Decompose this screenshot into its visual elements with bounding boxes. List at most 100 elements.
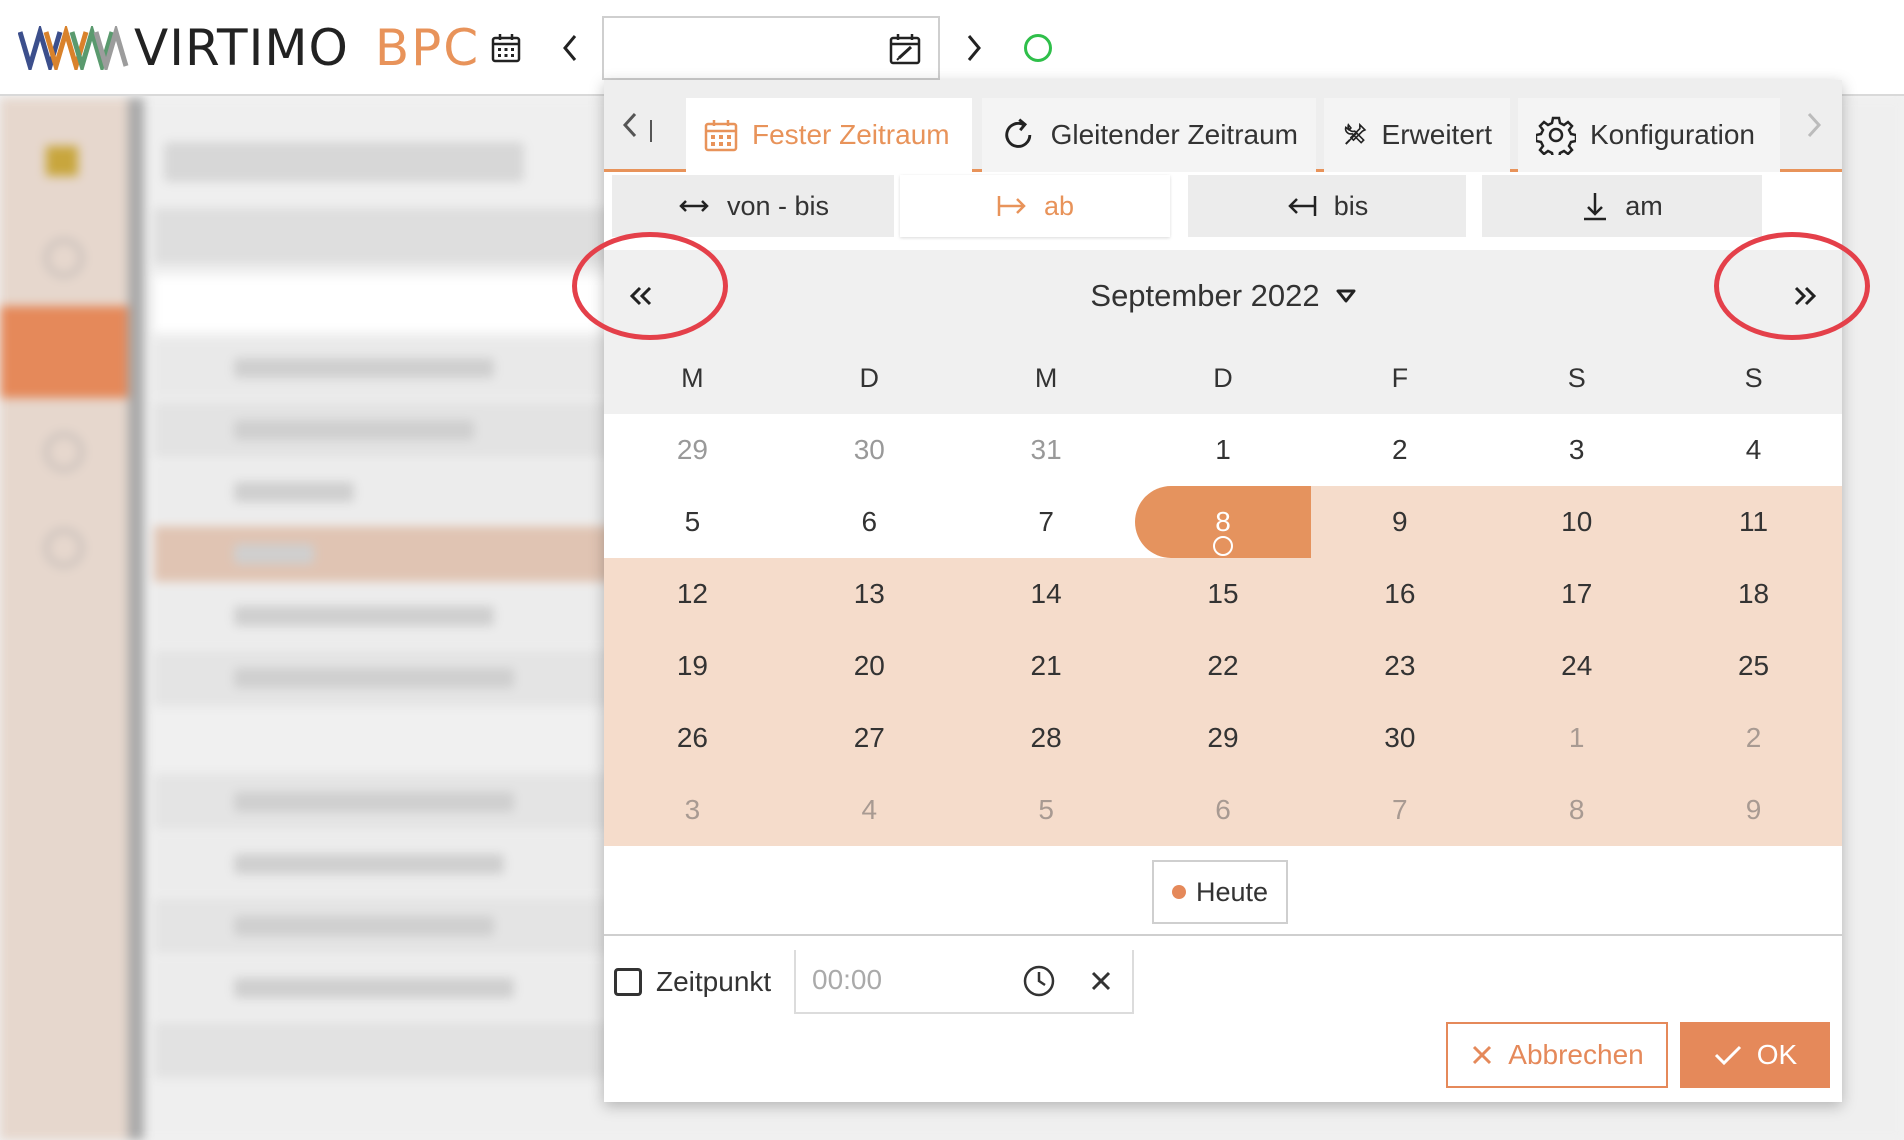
calendar-day[interactable]: 1: [1135, 414, 1312, 486]
calendar-day[interactable]: 8: [1134, 486, 1312, 558]
tab-konfiguration[interactable]: Konfiguration: [1518, 98, 1780, 172]
date-range-input[interactable]: [602, 16, 940, 80]
previous-month-button[interactable]: [616, 274, 666, 318]
calendar-day[interactable]: 30: [1311, 702, 1489, 774]
calendar-day[interactable]: 25: [1665, 630, 1842, 702]
month-header: September 2022: [604, 250, 1842, 342]
mode-label: von - bis: [726, 190, 830, 221]
calendar-edit-icon[interactable]: [888, 32, 922, 66]
calendar-day[interactable]: 29: [604, 414, 781, 486]
weekday-label: D: [1213, 363, 1233, 393]
bg-sidebar: [0, 98, 128, 1140]
calendar-day[interactable]: 9: [1665, 774, 1842, 846]
mode-label: ab: [1043, 190, 1075, 221]
calendar-day[interactable]: 16: [1311, 558, 1489, 630]
next-month-button[interactable]: [1780, 274, 1830, 318]
next-period-button[interactable]: [954, 28, 994, 68]
bg-divider: [128, 98, 144, 1140]
tools-icon: [1344, 122, 1367, 145]
bg-sidebar-icon: [44, 432, 84, 472]
calendar-day[interactable]: 20: [780, 630, 958, 702]
range-mode-bar: von - bis ab bis am: [604, 175, 1842, 237]
calendar-day[interactable]: 4: [780, 774, 958, 846]
calendar-day[interactable]: 27: [780, 702, 958, 774]
weekday-label: M: [681, 363, 704, 393]
calendar-day[interactable]: 7: [958, 486, 1135, 558]
calendar-day[interactable]: 31: [958, 414, 1135, 486]
caret-down-icon: [1336, 289, 1356, 303]
mode-bis[interactable]: bis: [1188, 175, 1466, 237]
refresh-icon: [1005, 118, 1032, 148]
zeitpunkt-checkbox[interactable]: [614, 968, 642, 996]
tabs-scroll-left-button[interactable]: [610, 100, 650, 150]
mode-von-bis[interactable]: von - bis: [612, 175, 894, 237]
calendar-day[interactable]: 24: [1488, 630, 1666, 702]
month-selector[interactable]: September 2022: [604, 250, 1842, 342]
calendar-button[interactable]: [486, 28, 526, 68]
calendar-day[interactable]: 1: [1488, 702, 1666, 774]
gear-icon: [1536, 116, 1576, 155]
tab-separator: [650, 120, 652, 142]
double-chevron-left-icon: [629, 286, 652, 306]
ok-button[interactable]: OK: [1680, 1022, 1830, 1088]
calendar-day[interactable]: 3: [604, 774, 781, 846]
tab-gleitender-zeitraum[interactable]: Gleitender Zeitraum: [982, 98, 1316, 172]
status-indicator: [1024, 34, 1052, 62]
time-input[interactable]: [812, 964, 1012, 996]
today-button[interactable]: Heute: [1152, 860, 1288, 924]
calendar-day[interactable]: 7: [1311, 774, 1489, 846]
calendar-day[interactable]: 8: [1488, 774, 1666, 846]
cancel-label: Abbrechen: [1508, 1039, 1644, 1070]
calendar-day[interactable]: 9: [1311, 486, 1489, 558]
tab-label: Konfiguration: [1590, 119, 1756, 150]
calendar-day[interactable]: 10: [1488, 486, 1666, 558]
calendar-day[interactable]: 11: [1665, 486, 1842, 558]
tab-erweitert[interactable]: Erweitert: [1324, 98, 1510, 172]
close-icon: [1473, 1045, 1492, 1065]
calendar-day[interactable]: 4: [1665, 414, 1842, 486]
calendar-day[interactable]: 18: [1665, 558, 1842, 630]
calendar-day[interactable]: 6: [1134, 774, 1312, 846]
chevron-left-icon: [622, 112, 637, 138]
time-row: Zeitpunkt: [604, 950, 1842, 1016]
bg-sidebar-icon: [44, 528, 84, 568]
calendar-day[interactable]: 3: [1488, 414, 1665, 486]
check-icon: [1714, 1045, 1741, 1066]
calendar-day[interactable]: 5: [957, 774, 1135, 846]
mode-am[interactable]: am: [1482, 175, 1762, 237]
weekday-label: D: [859, 363, 880, 393]
calendar-day[interactable]: 17: [1488, 558, 1666, 630]
double-arrow-icon: [679, 200, 709, 212]
today-row: Heute: [604, 846, 1842, 936]
tab-fester-zeitraum[interactable]: Fester Zeitraum: [686, 98, 972, 172]
picker-tabs: Fester Zeitraum Gleitender Zeitraum Erwe…: [604, 80, 1842, 172]
cancel-button[interactable]: Abbrechen: [1446, 1022, 1668, 1088]
calendar-day[interactable]: 28: [957, 702, 1135, 774]
close-icon[interactable]: [1086, 966, 1116, 996]
calendar-day[interactable]: 2: [1311, 414, 1488, 486]
calendar-day[interactable]: 6: [781, 486, 958, 558]
previous-period-button[interactable]: [550, 28, 590, 68]
clock-icon[interactable]: [1022, 964, 1056, 998]
arrow-down-icon: [1584, 193, 1607, 221]
bg-title: [164, 142, 524, 182]
bg-sidebar-active-item: [0, 306, 128, 398]
calendar-day[interactable]: 14: [957, 558, 1135, 630]
calendar-day[interactable]: 15: [1134, 558, 1312, 630]
calendar-day[interactable]: 13: [780, 558, 958, 630]
calendar-day[interactable]: 26: [604, 702, 781, 774]
calendar-day[interactable]: 5: [604, 486, 781, 558]
calendar-day[interactable]: 12: [604, 558, 781, 630]
tab-label: Fester Zeitraum: [752, 119, 950, 150]
calendar-day[interactable]: 23: [1311, 630, 1489, 702]
calendar-day[interactable]: 21: [957, 630, 1135, 702]
weekday-label: F: [1391, 363, 1409, 393]
calendar-day[interactable]: 29: [1134, 702, 1312, 774]
calendar-day[interactable]: 2: [1665, 702, 1842, 774]
tab-label: Erweitert: [1381, 119, 1492, 150]
calendar-day[interactable]: 30: [781, 414, 958, 486]
calendar-day[interactable]: 22: [1134, 630, 1312, 702]
calendar-day[interactable]: 19: [604, 630, 781, 702]
tabs-scroll-right-button[interactable]: [1794, 100, 1834, 150]
mode-ab[interactable]: ab: [900, 175, 1170, 237]
